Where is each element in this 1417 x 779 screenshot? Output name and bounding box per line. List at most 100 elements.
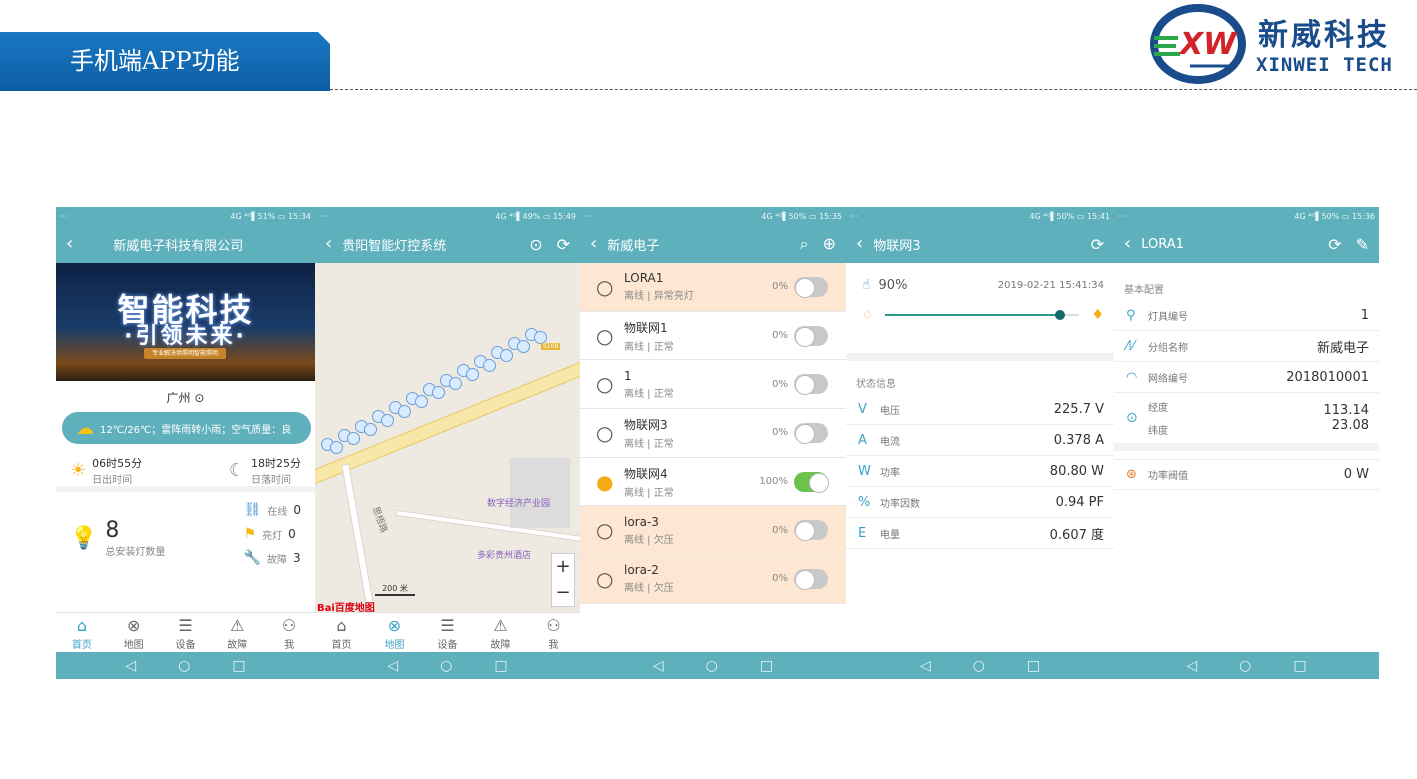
recent-nav-icon[interactable]: □ [494, 658, 507, 674]
route-shield: S108 [541, 343, 561, 350]
tab-map[interactable]: ⊗ 地图 [114, 616, 154, 652]
lamp-pin-icon[interactable] [414, 395, 428, 409]
bottom-tab-bar: ⌂ 首页 ⊗ 地图 ☰ 设备 ⚠ 故障 ⚇ 我 [56, 612, 315, 652]
back-icon[interactable]: ‹ [66, 235, 73, 253]
brightness-slider[interactable] [884, 310, 1080, 320]
back-nav-icon[interactable]: ◁ [125, 658, 136, 674]
brightness-percent: 0% [772, 427, 788, 439]
lamp-pin-icon[interactable] [516, 340, 530, 354]
refresh-icon[interactable]: ⟳ [1328, 235, 1341, 254]
phone-home-screen: ··· 4G ⁴ᴳ▌51% ▭ 15:34 ‹ 新威电子科技有限公司 智能科技 ·… [56, 207, 315, 679]
power-toggle[interactable] [794, 422, 828, 444]
lamp-pin-icon[interactable] [346, 432, 360, 446]
tab-me[interactable]: ⚇ 我 [534, 616, 574, 652]
nav-bar: ‹ 新威电子 ⌕ ⊕ [580, 225, 846, 263]
device-status: 离线 | 正常 [624, 341, 674, 353]
lamp-pin-icon[interactable] [482, 358, 496, 372]
tab-faults[interactable]: ⚠ 故障 [481, 616, 521, 652]
home-nav-icon[interactable]: ○ [1239, 658, 1251, 674]
phone-config-screen: ··· 4G ⁴ᴳ▌50% ▭ 15:36 ‹ LORA1 ⟳ ✎ 基本配置 ⚲ 灯具… [1114, 207, 1379, 679]
device-list-item[interactable]: ○ lora-3 离线 | 欠压 0% [580, 506, 846, 556]
bright-drop-icon: ♦ [1091, 307, 1104, 323]
device-list: ○ LORA1 离线 | 异常亮灯 0% ○ 物联网1 离线 | 正常 0% ○ 1 离线 | 正常… [580, 263, 846, 604]
back-nav-icon[interactable]: ◁ [387, 658, 398, 674]
city-label[interactable]: 广州 ⊙ [56, 389, 315, 406]
device-name: 物联网1 [624, 320, 668, 335]
location-pin-icon: ⊙ [194, 391, 205, 405]
power-toggle[interactable] [794, 568, 828, 590]
metric-value: 80.80 W [1049, 463, 1104, 479]
home-nav-icon[interactable]: ○ [440, 658, 452, 674]
search-icon[interactable]: ⌕ [800, 234, 809, 254]
device-list-item[interactable]: ○ LORA1 离线 | 异常亮灯 0% [580, 263, 846, 312]
device-list-item[interactable]: ○ 物联网3 离线 | 正常 0% [580, 409, 846, 458]
bulb-off-icon: ○ [596, 372, 614, 397]
recent-nav-icon[interactable]: □ [232, 658, 245, 674]
system-nav-bar: ◁ ○ □ [1114, 652, 1379, 679]
metric-label: 电流 [880, 436, 900, 448]
lamp-pin-icon[interactable] [431, 386, 445, 400]
lamp-pin-icon[interactable] [448, 377, 462, 390]
zoom-in-icon[interactable]: + [552, 554, 574, 580]
add-icon[interactable]: ⊕ [823, 234, 836, 254]
zoom-out-icon[interactable]: − [552, 580, 574, 606]
user-icon: ⚇ [546, 616, 561, 635]
recent-nav-icon[interactable]: □ [1293, 658, 1306, 674]
device-list-item[interactable]: ○ 1 离线 | 正常 0% [580, 360, 846, 410]
latitude-value: 23.08 [1331, 418, 1369, 433]
power-toggle[interactable] [794, 520, 828, 542]
tab-devices[interactable]: ☰ 设备 [165, 616, 205, 652]
zoom-control[interactable]: + − [551, 553, 575, 607]
back-icon[interactable]: ‹ [856, 235, 863, 253]
tab-map[interactable]: ⊗ 地图 [375, 616, 415, 652]
update-time: 2019-02-21 15:41:34 [997, 279, 1104, 291]
recent-nav-icon[interactable]: □ [760, 658, 773, 674]
tab-me[interactable]: ⚇ 我 [269, 616, 309, 652]
lamp-pin-icon[interactable] [397, 404, 411, 418]
power-toggle[interactable] [794, 276, 828, 298]
back-nav-icon[interactable]: ◁ [1186, 658, 1197, 674]
dim-drop-icon: ♢ [862, 308, 873, 322]
slider-fill [884, 314, 1060, 316]
lamp-pin-icon[interactable] [329, 441, 343, 455]
power-toggle[interactable] [794, 374, 828, 396]
phone-device-list-screen: ··· 4G ⁴ᴳ▌50% ▭ 15:35 ‹ 新威电子 ⌕ ⊕ ○ LORA1 离线 … [580, 207, 846, 679]
slider-knob[interactable] [1054, 310, 1065, 320]
device-list-item[interactable]: ○ lora-2 离线 | 欠压 0% [580, 555, 846, 604]
tab-faults[interactable]: ⚠ 故障 [217, 616, 257, 652]
brightness-percent: 100% [759, 476, 788, 488]
back-icon[interactable]: ‹ [1124, 235, 1131, 253]
back-icon[interactable]: ‹ [325, 235, 332, 253]
lamp-pin-icon[interactable] [363, 423, 377, 436]
power-toggle[interactable] [794, 471, 829, 493]
lamp-pin-icon[interactable] [380, 413, 394, 427]
status-bar: ··· 4G ⁴ᴳ▌50% ▭ 15:36 [1114, 207, 1379, 225]
tab-devices[interactable]: ☰ 设备 [428, 616, 468, 652]
device-list-item[interactable]: ○ 物联网1 离线 | 正常 0% [580, 312, 846, 361]
lamp-pin-icon[interactable] [499, 349, 513, 363]
home-nav-icon[interactable]: ○ [973, 658, 985, 674]
nav-bar: ‹ 物联网3 ⟳ [846, 225, 1114, 263]
location-icon[interactable]: ⊙ [529, 235, 542, 254]
recent-nav-icon[interactable]: □ [1027, 658, 1040, 674]
home-nav-icon[interactable]: ○ [178, 658, 190, 674]
header-underline [0, 89, 330, 91]
tab-home[interactable]: ⌂ 首页 [62, 616, 102, 652]
back-icon[interactable]: ‹ [590, 235, 597, 253]
map-view[interactable]: 数字经济产业园 多彩贵州酒店 思梧路 S108 + − 200 米 Bai百度地图 [315, 263, 580, 612]
refresh-icon[interactable]: ⟳ [1091, 235, 1104, 254]
warning-icon: ⚠ [493, 616, 508, 635]
refresh-icon[interactable]: ⟳ [557, 235, 570, 254]
back-nav-icon[interactable]: ◁ [920, 658, 931, 674]
back-nav-icon[interactable]: ◁ [653, 658, 664, 674]
lamp-pin-icon[interactable] [465, 367, 479, 381]
sunrise-time: 06时55分 [92, 456, 143, 470]
device-list-item[interactable]: ● 物联网4 离线 | 正常 100% [580, 458, 846, 507]
group-name-row: ⁄⁞⁄ 分组名称 新威电子 [1114, 331, 1379, 362]
nav-bar: ‹ LORA1 ⟳ ✎ [1114, 225, 1379, 263]
tab-home[interactable]: ⌂ 首页 [322, 616, 362, 652]
edit-icon[interactable]: ✎ [1356, 235, 1369, 254]
section-label: 基本配置 [1124, 285, 1164, 296]
home-nav-icon[interactable]: ○ [706, 658, 718, 674]
power-toggle[interactable] [794, 325, 828, 347]
